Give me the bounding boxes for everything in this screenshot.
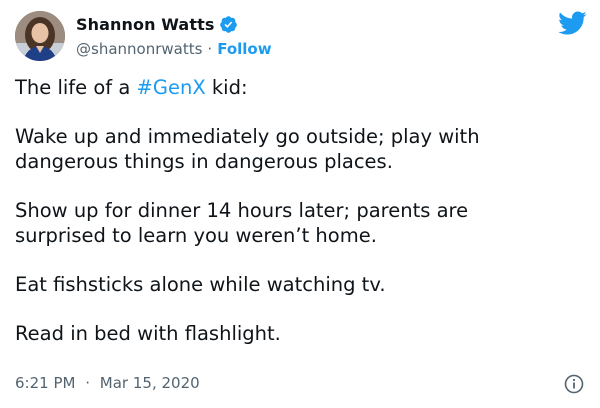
tweet-card: Shannon Watts @shannonrwatts · Follow Th…	[0, 0, 600, 408]
handle-separator: ·	[207, 40, 213, 58]
handle-row: @shannonrwatts · Follow	[76, 39, 272, 59]
tweet-date: Mar 15, 2020	[99, 374, 200, 392]
timestamp-separator: ·	[85, 374, 91, 392]
tweet-text: The life of a #GenX kid: Wake up and imm…	[15, 75, 590, 370]
tweet-text-prefix: The life of a	[15, 76, 137, 99]
avatar-image	[15, 11, 65, 61]
tweet-paragraph-2: Wake up and immediately go outside; play…	[15, 125, 480, 173]
hashtag-link[interactable]: #GenX	[137, 76, 206, 99]
info-icon[interactable]	[564, 374, 584, 394]
author-block: Shannon Watts @shannonrwatts · Follow	[76, 13, 272, 59]
tweet-paragraph-1: The life of a #GenX kid:	[15, 75, 590, 100]
tweet-paragraph-4: Eat fishsticks alone while watching tv.	[15, 273, 386, 296]
handle[interactable]: @shannonrwatts	[76, 40, 202, 58]
name-row: Shannon Watts	[76, 13, 272, 35]
twitter-bird-icon[interactable]	[557, 10, 587, 36]
tweet-text-suffix: kid:	[205, 76, 248, 99]
verified-badge-icon	[219, 15, 238, 34]
tweet-timestamp[interactable]: 6:21 PM · Mar 15, 2020	[15, 374, 200, 392]
avatar[interactable]	[15, 11, 65, 61]
display-name[interactable]: Shannon Watts	[76, 15, 214, 34]
tweet-paragraph-3: Show up for dinner 14 hours later; paren…	[15, 199, 469, 247]
tweet-paragraph-5: Read in bed with flashlight.	[15, 322, 281, 345]
tweet-time: 6:21 PM	[15, 374, 76, 392]
follow-button[interactable]: Follow	[217, 40, 271, 58]
